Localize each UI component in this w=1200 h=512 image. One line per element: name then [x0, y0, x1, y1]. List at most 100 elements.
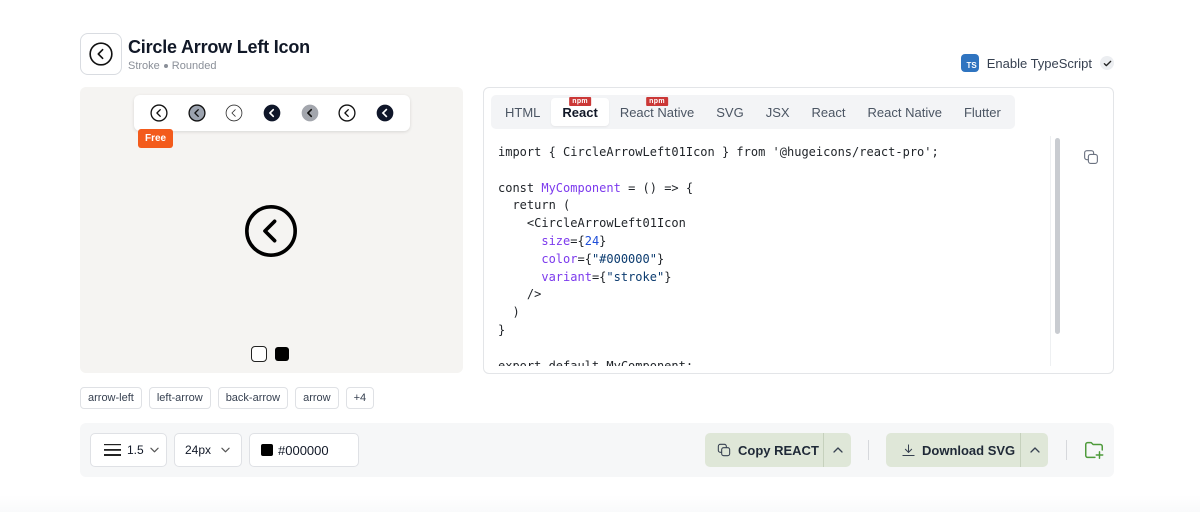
code-token: color: [541, 251, 578, 266]
icon-style-meta: Stroke Rounded: [128, 60, 216, 72]
copy-button-group: Copy REACT: [705, 433, 851, 467]
stroke-width-value: 1.5: [127, 443, 144, 457]
tab-label: React: [811, 104, 846, 120]
download-icon: [902, 443, 915, 456]
add-to-collection-button[interactable]: [1083, 439, 1105, 461]
folder-add-icon: [1085, 441, 1104, 459]
typescript-toggle[interactable]: TS Enable TypeScript: [960, 54, 1114, 72]
code-line: variant={"stroke"}: [541, 269, 672, 284]
copy-react-button[interactable]: Copy REACT: [705, 433, 823, 467]
free-badge: Free: [138, 129, 174, 148]
code-token: { CircleArrowLeft01Icon } from '@hugeico…: [541, 145, 939, 159]
variant-selector: [134, 95, 410, 131]
tag[interactable]: back-arrow: [217, 387, 289, 409]
code-token: MyComponent: [541, 180, 621, 195]
page-title: Circle Arrow Left Icon: [128, 37, 310, 57]
more-tags[interactable]: +4: [345, 387, 375, 409]
variant-solid-sharp-icon[interactable]: [375, 103, 395, 123]
code-line: <CircleArrowLeft01Icon: [498, 216, 686, 231]
background-toggle: [251, 346, 289, 362]
icon-thumbnail: [80, 33, 122, 75]
code-line: const MyComponent = () => {: [498, 180, 1038, 198]
tab-label: JSX: [765, 104, 790, 120]
code-line: />: [498, 287, 542, 302]
code-snippet[interactable]: import { CircleArrowLeft01Icon } from '@…: [498, 144, 1038, 366]
npm-badge: npm: [646, 97, 668, 106]
code-line: return (: [498, 198, 571, 213]
code-token: import: [498, 145, 542, 159]
check-icon[interactable]: [1100, 56, 1114, 70]
variant-duotone-icon[interactable]: [187, 103, 207, 123]
tab-react-native[interactable]: React Native: [857, 98, 953, 126]
color-value: #000000: [278, 442, 329, 458]
toolbar-divider: [868, 440, 869, 460]
icon-style: Stroke: [128, 60, 160, 72]
stroke-width-select[interactable]: 1.5: [90, 433, 167, 467]
code-tabs: HTML npm React npm React Native SVG JSX Re…: [491, 95, 1015, 129]
icon-preview-panel: Free: [80, 87, 463, 373]
code-token: 24: [584, 233, 600, 248]
code-token: size: [541, 233, 571, 248]
tag[interactable]: arrow-left: [80, 387, 142, 409]
copy-icon: [717, 443, 731, 457]
icon-variant: Rounded: [171, 60, 217, 72]
tab-label: React Native: [867, 104, 942, 120]
code-scrollbar[interactable]: [1050, 136, 1062, 366]
chevron-up-icon: [832, 447, 843, 453]
download-label: Download SVG: [922, 442, 1016, 458]
icon-toolbar: 1.5 24px #000000 Copy REACT Download SVG: [80, 423, 1114, 477]
variant-stroke-icon[interactable]: [149, 103, 169, 123]
color-swatch[interactable]: [261, 444, 273, 456]
tab-react-native-npm[interactable]: npm React Native: [609, 97, 705, 126]
chevron-down-icon: [150, 447, 159, 453]
tab-label: SVG: [716, 104, 744, 120]
light-background-option[interactable]: [251, 346, 267, 362]
tab-react[interactable]: React: [801, 98, 857, 126]
tag[interactable]: arrow: [295, 387, 339, 409]
tab-label: HTML: [505, 104, 541, 120]
tab-flutter[interactable]: Flutter: [953, 98, 1012, 126]
copy-options-button[interactable]: [823, 433, 851, 467]
npm-badge: npm: [569, 97, 591, 106]
tab-react-npm[interactable]: npm React: [551, 97, 609, 126]
chevron-down-icon: [221, 447, 230, 453]
tab-svg[interactable]: SVG: [705, 98, 754, 126]
separator-dot: [163, 64, 168, 68]
dark-background-option[interactable]: [275, 347, 289, 361]
chevron-up-icon: [1029, 447, 1040, 453]
code-line: import { CircleArrowLeft01Icon } from '@…: [498, 144, 1038, 162]
variant-solid-icon[interactable]: [262, 103, 282, 123]
tag[interactable]: left-arrow: [148, 387, 211, 409]
color-input[interactable]: #000000: [249, 433, 359, 467]
variant-bulk-icon[interactable]: [300, 103, 320, 123]
tag-list: arrow-left left-arrow back-arrow arrow +…: [80, 387, 375, 409]
size-value: 24px: [185, 443, 212, 457]
code-token: "#000000": [591, 251, 657, 266]
download-svg-button[interactable]: Download SVG: [886, 433, 1020, 467]
copy-code-icon[interactable]: [1082, 148, 1100, 171]
code-token: variant: [541, 269, 592, 284]
code-line: export default MyComponent;: [498, 358, 694, 366]
tab-label: React: [562, 104, 598, 120]
code-token: = () => {: [620, 180, 694, 195]
scrollbar-thumb[interactable]: [1055, 138, 1060, 334]
code-line: size={24}: [541, 233, 607, 248]
code-panel: HTML npm React npm React Native SVG JSX Re…: [483, 87, 1114, 374]
tab-html[interactable]: HTML: [494, 98, 551, 126]
code-line: color={"#000000"}: [541, 251, 665, 266]
tab-label: React Native: [619, 104, 695, 120]
circle-arrow-left-icon: [89, 42, 113, 66]
copy-label: Copy REACT: [738, 442, 819, 458]
tab-jsx[interactable]: JSX: [755, 98, 801, 126]
circle-arrow-left-icon: [242, 202, 300, 265]
code-token: const: [498, 180, 542, 195]
code-line: }: [498, 322, 506, 337]
toolbar-divider: [1066, 440, 1067, 460]
download-options-button[interactable]: [1020, 433, 1048, 467]
variant-twotone-icon[interactable]: [337, 103, 357, 123]
page-bottom-fade: [0, 495, 1200, 512]
variant-light-icon[interactable]: [224, 103, 244, 123]
size-select[interactable]: 24px: [174, 433, 242, 467]
